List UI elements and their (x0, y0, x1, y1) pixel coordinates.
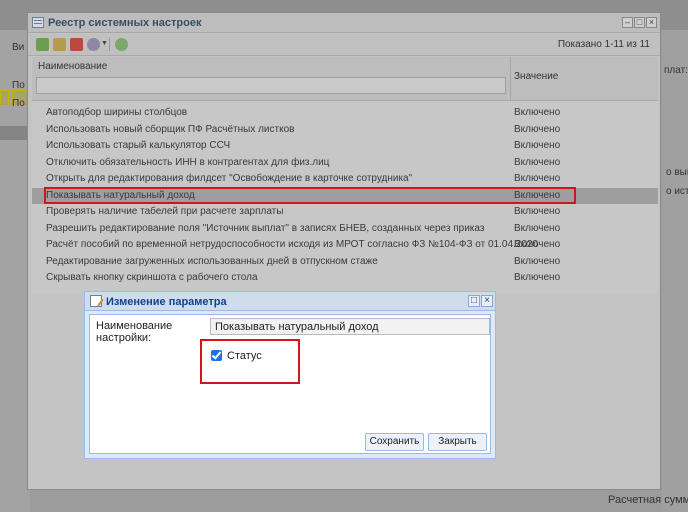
settings-grid: Наименование Значение Автоподбор ширины … (32, 57, 658, 293)
column-header-name[interactable]: Наименование (38, 61, 107, 72)
dialog-body: Наименование настройки: Показывать натур… (89, 314, 491, 454)
background-label: По (12, 98, 25, 109)
background-left-panel: Ви По По (0, 30, 30, 512)
row-name: Расчёт пособий по временной нетрудоспосо… (46, 239, 539, 250)
edit-icon[interactable] (53, 38, 66, 51)
delete-icon[interactable] (70, 38, 83, 51)
row-name: Редактирование загруженных использованны… (46, 255, 378, 267)
paging-info: Показано 1-11 из 11 (557, 39, 650, 50)
maximize-icon[interactable]: □ (634, 17, 645, 28)
table-row[interactable]: Редактирование загруженных использованны… (32, 254, 658, 271)
background-field (0, 90, 9, 106)
row-name: Проверять наличие табелей при расчете за… (46, 206, 284, 217)
row-name: Автоподбор ширины столбцов (46, 107, 188, 118)
background-label: Ви (12, 42, 25, 53)
window-icon (32, 17, 44, 28)
options-icon[interactable] (87, 38, 100, 51)
row-value: Включено (514, 107, 561, 118)
row-name: Использовать новый сборщик ПФ Расчётных … (46, 123, 295, 135)
grid-header: Наименование Значение (32, 57, 658, 101)
row-value: Включено (514, 255, 561, 267)
table-row[interactable]: Использовать новый сборщик ПФ Расчётных … (32, 122, 658, 139)
highlight-box (200, 339, 300, 384)
name-filter-input[interactable] (36, 77, 506, 94)
registry-window-titlebar[interactable]: Реестр системных настроек – □ × (28, 13, 660, 33)
dialog-titlebar[interactable]: Изменение параметра □ × (85, 292, 495, 311)
background-label: Расчетная сумма: (608, 494, 688, 506)
row-name: Открыть для редактирования филдсет "Осво… (46, 173, 413, 184)
row-value: Включено (514, 140, 561, 151)
registry-toolbar: ▼ Показано 1-11 из 11 (28, 34, 660, 56)
row-name: Разрешить редактирование поля "Источник … (46, 222, 485, 234)
table-row[interactable]: Разрешить редактирование поля "Источник … (32, 221, 658, 238)
registry-window-title: Реестр системных настроек (48, 17, 202, 29)
column-divider[interactable] (510, 57, 511, 101)
row-name: Использовать старый калькулятор ССЧ (46, 140, 231, 151)
minimize-icon[interactable]: – (622, 17, 633, 28)
close-icon[interactable]: × (646, 17, 657, 28)
table-row[interactable]: Проверять наличие табелей при расчете за… (32, 204, 658, 221)
table-row[interactable]: Использовать старый калькулятор ССЧ Включ… (32, 138, 658, 155)
table-row[interactable]: Открыть для редактирования филдсет "Осво… (32, 171, 658, 188)
add-icon[interactable] (36, 38, 49, 51)
row-value: Включено (514, 206, 561, 217)
background-label: о выпл (666, 167, 688, 178)
setting-name-label: Наименование настройки: (96, 320, 173, 344)
save-button[interactable]: Сохранить (365, 433, 424, 451)
table-row[interactable]: Автоподбор ширины столбцов Включено (32, 105, 658, 122)
row-value: Включено (514, 173, 561, 184)
maximize-icon[interactable]: □ (468, 295, 480, 307)
edit-parameter-dialog: Изменение параметра □ × Наименование нас… (84, 291, 496, 459)
chevron-down-icon[interactable]: ▼ (101, 40, 108, 47)
table-row[interactable]: Отключить обязательность ИНН в контраген… (32, 155, 658, 172)
row-value: Включено (514, 156, 561, 168)
row-name: Отключить обязательность ИНН в контраген… (46, 156, 330, 168)
column-header-value[interactable]: Значение (514, 71, 558, 82)
highlight-box (44, 187, 576, 204)
background-label: По (12, 80, 25, 91)
close-icon[interactable]: × (481, 295, 493, 307)
background-right-panel: плат: о выпл о исто (662, 30, 688, 512)
table-row[interactable]: Скрывать кнопку скриншота с рабочего сто… (32, 270, 658, 287)
toolbar-separator (109, 38, 110, 51)
setting-name-field[interactable]: Показывать натуральный доход (210, 318, 490, 335)
edit-icon (90, 295, 102, 307)
row-value: Включено (514, 272, 561, 283)
row-value: Включено (514, 222, 561, 234)
dialog-title: Изменение параметра (106, 296, 227, 308)
background-label: плат: (664, 65, 688, 76)
close-button[interactable]: Закрыть (428, 433, 487, 451)
table-row[interactable]: Расчёт пособий по временной нетрудоспосо… (32, 237, 658, 254)
row-value: Включено (514, 239, 561, 250)
background-row (0, 126, 30, 140)
background-label: о исто (666, 186, 688, 197)
row-value: Включено (514, 123, 561, 135)
refresh-icon[interactable] (115, 38, 128, 51)
row-name: Скрывать кнопку скриншота с рабочего сто… (46, 272, 258, 283)
